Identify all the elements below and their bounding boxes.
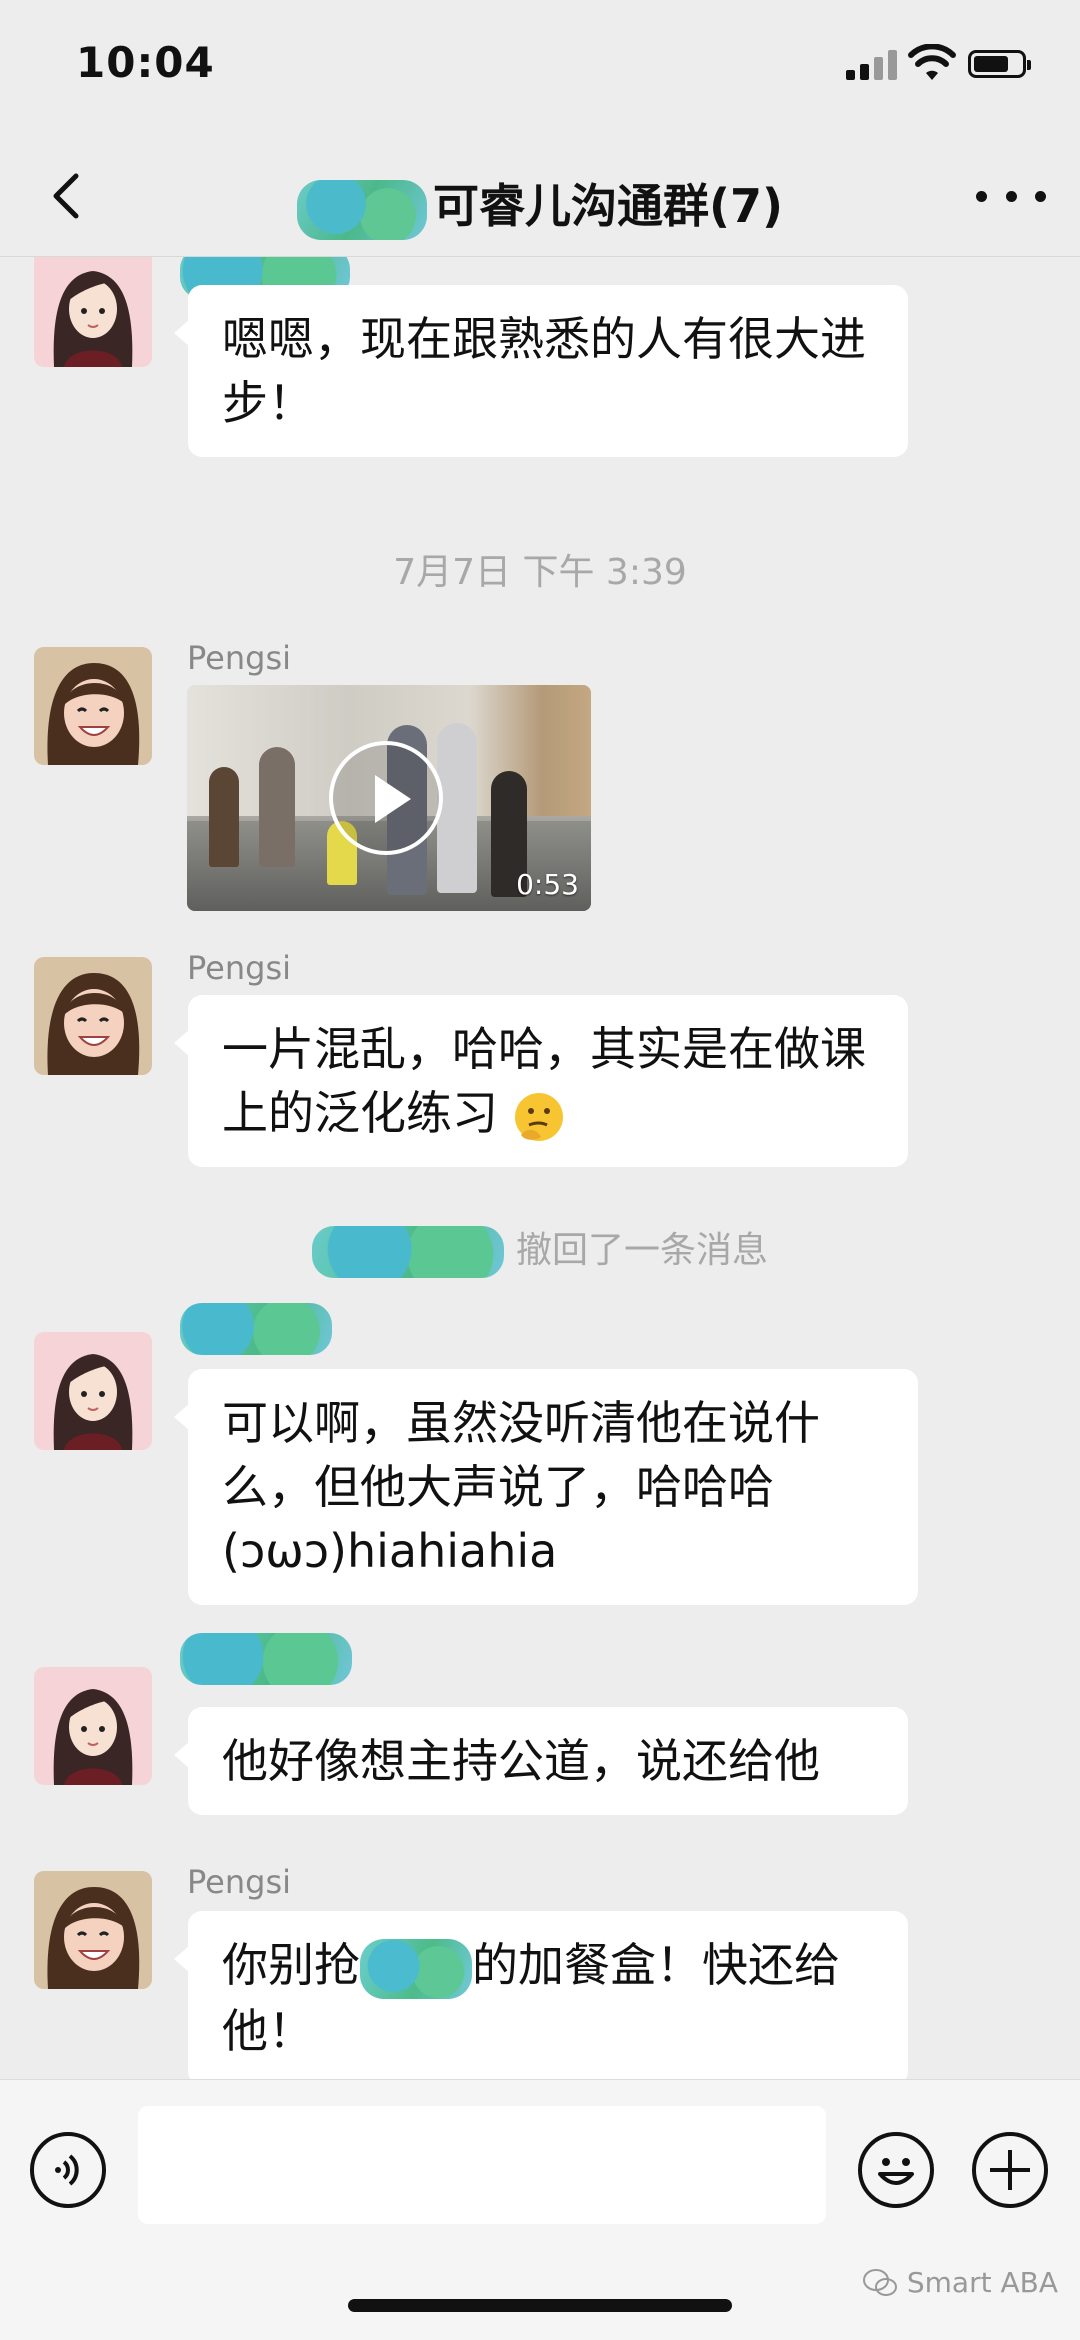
redacted-sender [180, 1303, 332, 1355]
plus-icon[interactable] [972, 2132, 1048, 2208]
avatar[interactable] [34, 1871, 152, 1989]
recall-notice: 撤回了一条消息 [0, 1221, 1080, 1278]
watermark: Smart ABA [862, 2266, 1058, 2299]
redacted-name [296, 179, 427, 240]
wifi-icon [908, 44, 956, 80]
video-duration: 0:53 [516, 868, 579, 901]
avatar[interactable] [34, 257, 152, 367]
sender-name: Pengsi [187, 1863, 291, 1901]
redacted-sender [180, 1633, 352, 1685]
avatar[interactable] [34, 957, 152, 1075]
battery-icon [968, 50, 1031, 78]
home-indicator[interactable] [348, 2299, 732, 2312]
message-bubble[interactable]: 你别抢 的加餐盒！快还给他！ [174, 1911, 908, 2079]
message-bubble[interactable]: 一片混乱，哈哈，其实是在做课上的泛化练习 [174, 995, 908, 1167]
message-bubble[interactable]: 他好像想主持公道，说还给他 [174, 1707, 908, 1815]
signal-icon [846, 48, 898, 80]
emoji-icon[interactable] [858, 2132, 934, 2208]
redacted-name [311, 1226, 504, 1278]
voice-icon[interactable] [30, 2132, 106, 2208]
message-bubble[interactable]: 可以啊，虽然没听清他在说什么，但他大声说了，哈哈哈 (ↄωↄ)hiahiahia [174, 1369, 918, 1605]
time-separator: 7月7日 下午 3:39 [393, 552, 687, 593]
more-dots-icon[interactable] [976, 176, 1046, 216]
chat-header: 可睿儿沟通群(7) [0, 140, 1080, 257]
avatar[interactable] [34, 1667, 152, 1785]
status-time: 10:04 [76, 38, 215, 87]
sender-name: Pengsi [187, 639, 291, 677]
message-bubble[interactable]: 嗯嗯，现在跟熟悉的人有很大进步！ [174, 285, 908, 457]
play-icon[interactable] [329, 741, 443, 855]
chat-title: 可睿儿沟通群(7) [0, 170, 1080, 240]
chat-messages[interactable]: 嗯嗯，现在跟熟悉的人有很大进步！ 7月7日 下午 3:39 Pengsi 0:5… [0, 257, 1080, 2079]
status-bar: 10:04 [0, 0, 1080, 140]
wechat-icon [862, 2268, 897, 2296]
input-bar: Smart ABA [0, 2079, 1080, 2340]
thinking-face-icon [514, 1092, 563, 1141]
avatar[interactable] [34, 1332, 152, 1450]
sender-name: Pengsi [187, 949, 291, 987]
redacted-name [360, 1938, 472, 1999]
video-message[interactable]: 0:53 [187, 685, 591, 911]
message-input[interactable] [138, 2106, 826, 2224]
avatar[interactable] [34, 647, 152, 765]
